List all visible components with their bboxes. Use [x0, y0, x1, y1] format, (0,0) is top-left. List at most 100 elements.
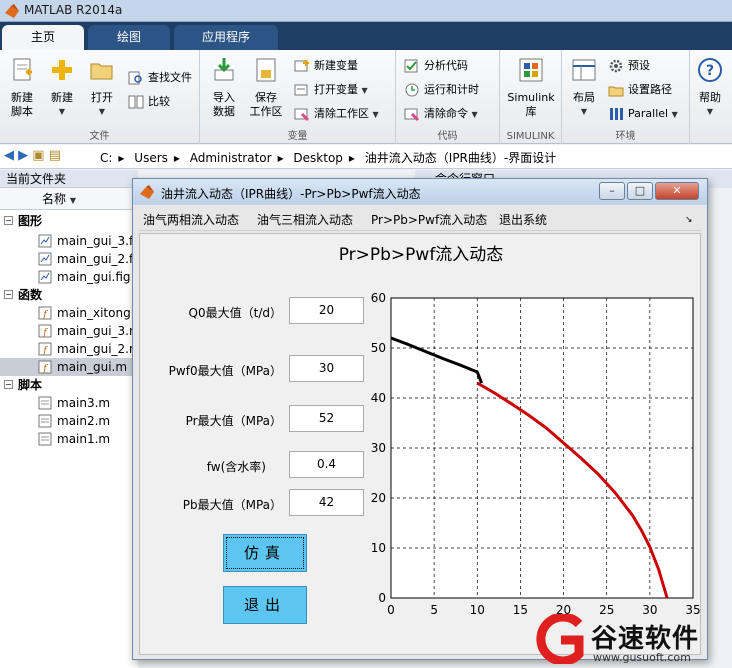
breadcrumb-segment[interactable]: Administrator — [190, 151, 272, 165]
new-script-icon — [13, 58, 32, 81]
maximize-button[interactable]: □ — [627, 182, 653, 200]
analyze-code-button[interactable]: 分析代码 — [404, 56, 468, 76]
list-item[interactable]: f main_xitong.m — [0, 304, 138, 322]
open-label: 打开 — [91, 91, 113, 104]
section-scripts[interactable]: − 脚本 — [0, 376, 138, 394]
y-tick-label: 40 — [371, 391, 386, 405]
collapse-icon[interactable]: − — [4, 290, 13, 299]
figure-body: Pr>Pb>Pwf流入动态 Q0最大值（t/d） 20 Pwf0最大值（MPa）… — [139, 233, 701, 655]
close-button[interactable]: ✕ — [655, 182, 699, 200]
run-and-time-button[interactable]: 运行和计时 — [404, 80, 479, 100]
parallel-button[interactable]: Parallel ▼ — [608, 104, 678, 124]
matlab-titlebar: MATLAB R2014a — [0, 0, 732, 22]
breadcrumb-segment[interactable]: Users — [134, 151, 168, 165]
find-files-button[interactable]: 查找文件 — [128, 68, 192, 88]
section-figures[interactable]: − 图形 — [0, 212, 138, 230]
breadcrumb-segment[interactable]: Desktop — [293, 151, 343, 165]
tab-plots[interactable]: 绘图 — [88, 25, 170, 50]
clear-workspace-label: 清除工作区 — [314, 107, 369, 120]
section-label: 图形 — [18, 214, 43, 228]
new-button[interactable]: 新建 ▼ — [40, 56, 84, 119]
new-variable-button[interactable]: 新建变量 — [294, 56, 358, 76]
analyze-code-label: 分析代码 — [424, 59, 468, 72]
open-variable-icon — [294, 84, 308, 96]
chevron-down-icon: ▼ — [372, 110, 379, 119]
section-functions[interactable]: − 函数 — [0, 286, 138, 304]
pwf0-max-input[interactable]: 30 — [289, 355, 364, 382]
list-item[interactable]: main1.m — [0, 430, 138, 448]
collapse-icon[interactable]: − — [4, 216, 13, 225]
help-button[interactable]: ? 帮助 ▼ — [690, 56, 730, 119]
variable-group: 导入 数据 保存 工作区 新建变量 打开变量 ▼ 清除工作区 ▼ 变量 — [200, 50, 396, 144]
list-item[interactable]: main_gui_3.fig — [0, 232, 138, 250]
back-arrow-icon[interactable]: ◀ — [4, 148, 14, 163]
list-item[interactable]: main2.m — [0, 412, 138, 430]
y-tick-label: 30 — [371, 441, 386, 455]
new-variable-label: 新建变量 — [314, 59, 358, 72]
list-item-selected[interactable]: f main_gui.m — [0, 358, 138, 376]
list-item[interactable]: main3.m — [0, 394, 138, 412]
exit-button[interactable]: 退出 — [223, 586, 307, 624]
list-item[interactable]: f main_gui_2.m — [0, 340, 138, 358]
environment-group-label: 环境 — [615, 131, 636, 142]
save-workspace-button[interactable]: 保存 工作区 — [244, 56, 288, 119]
menu-two-phase[interactable]: 油气两相流入动态 — [143, 209, 239, 231]
simulink-library-button[interactable]: Simulink 库 — [506, 56, 556, 119]
simulink-icon — [519, 58, 543, 82]
pb-max-input[interactable]: 42 — [289, 489, 364, 516]
open-variable-button[interactable]: 打开变量 ▼ — [294, 80, 368, 100]
open-button[interactable]: 打开 ▼ — [80, 56, 124, 119]
fw-input[interactable]: 0.4 — [289, 451, 364, 478]
code-group-label: 代码 — [437, 131, 458, 142]
list-item[interactable]: main_gui_2.fig — [0, 250, 138, 268]
column-name-label: 名称 — [42, 192, 67, 206]
file-name: main3.m — [57, 396, 111, 410]
list-item[interactable]: main_gui.fig — [0, 268, 138, 286]
menu-exit-system[interactable]: 退出系统 — [499, 209, 547, 231]
q0-max-input[interactable]: 20 — [289, 297, 364, 324]
column-header-name[interactable]: 名称 ▼ — [0, 188, 138, 210]
file-name: main_gui_2.fig — [57, 252, 138, 266]
current-folder-header: 当前文件夹 — [0, 170, 138, 188]
list-item[interactable]: f main_gui_3.m — [0, 322, 138, 340]
layout-button[interactable]: 布局 ▼ — [562, 56, 606, 119]
tab-home[interactable]: 主页 — [2, 25, 84, 50]
clear-workspace-button[interactable]: 清除工作区 ▼ — [294, 104, 379, 124]
compare-button[interactable]: 比较 — [128, 92, 170, 112]
import-data-button[interactable]: 导入 数据 — [202, 56, 246, 119]
script-file-icon — [38, 414, 52, 428]
new-script-button[interactable]: 新建 脚本 — [0, 56, 44, 119]
clear-workspace-icon — [294, 108, 310, 122]
simulink-group: Simulink 库 SIMULINK — [500, 50, 562, 144]
open-variable-label: 打开变量 — [314, 83, 358, 96]
param-label-pr: Pr最大值（MPa） — [185, 414, 282, 428]
breadcrumb-segment[interactable]: C: — [100, 151, 112, 165]
forward-arrow-icon[interactable]: ▶ — [18, 148, 28, 163]
breadcrumb-segment[interactable]: 油井流入动态（IPR曲线）-界面设计 — [365, 151, 556, 165]
browse-folder-icon[interactable]: ▤ — [49, 148, 61, 163]
help-label: 帮助 — [699, 91, 721, 104]
breadcrumb[interactable]: C: ▸ Users ▸ Administrator ▸ Desktop ▸ 油井流入动… — [100, 149, 562, 166]
tab-apps[interactable]: 应用程序 — [174, 25, 278, 50]
set-path-button[interactable]: 设置路径 — [608, 80, 672, 100]
file-name: main_gui_3.m — [57, 324, 138, 338]
preferences-label: 预设 — [628, 59, 650, 72]
toolbar-dock-icon[interactable]: ↘ — [685, 209, 693, 231]
simulate-button[interactable]: 仿真 — [223, 534, 307, 572]
file-name: main1.m — [57, 432, 111, 446]
collapse-icon[interactable]: − — [4, 380, 13, 389]
menu-pr-pb-pwf[interactable]: Pr>Pb>Pwf流入动态 — [371, 209, 487, 231]
x-tick-label: 0 — [387, 603, 395, 617]
up-folder-icon[interactable]: ▣ — [32, 148, 44, 163]
clear-commands-button[interactable]: 清除命令 ▼ — [404, 104, 478, 124]
folder-open-icon — [90, 63, 113, 80]
minimize-button[interactable]: – — [599, 182, 625, 200]
menu-three-phase[interactable]: 油气三相流入动态 — [257, 209, 353, 231]
pr-max-input[interactable]: 52 — [289, 405, 364, 432]
code-group: 分析代码 运行和计时 清除命令 ▼ 代码 — [396, 50, 500, 144]
file-group: 新建 脚本 新建 ▼ 打开 ▼ 查找文件 比较 文件 — [0, 50, 200, 144]
watermark-text: 谷速软件 — [591, 624, 700, 654]
param-label-fw: fw(含水率) — [206, 460, 266, 474]
preferences-button[interactable]: 预设 — [608, 56, 650, 76]
layout-icon — [572, 59, 596, 81]
